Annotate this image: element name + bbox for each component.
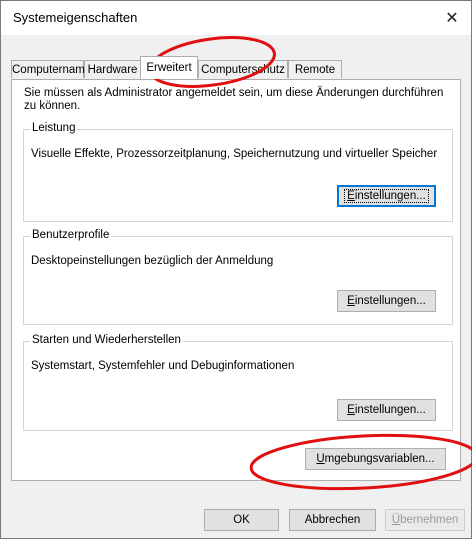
title-bar: Systemeigenschaften ✕	[1, 1, 471, 35]
environment-variables-label: Umgebungsvariablen...	[316, 453, 435, 465]
user-profiles-settings-button[interactable]: Einstellungen...	[337, 290, 436, 312]
performance-description: Visuelle Effekte, Prozessorzeitplanung, …	[31, 148, 438, 160]
tab-computername[interactable]: Computername	[11, 60, 91, 78]
performance-group: Leistung Visuelle Effekte, Prozessorzeit…	[23, 122, 453, 222]
apply-button[interactable]: Übernehmen	[385, 509, 465, 531]
apply-label: Übernehmen	[391, 514, 459, 526]
ok-button[interactable]: OK	[204, 509, 279, 531]
performance-settings-label: Einstellungen...	[344, 189, 429, 203]
startup-recovery-group: Starten und Wiederherstellen Systemstart…	[23, 334, 453, 431]
startup-recovery-group-title: Starten und Wiederherstellen	[30, 334, 183, 346]
startup-recovery-settings-label: Einstellungen...	[347, 404, 426, 416]
startup-recovery-settings-button[interactable]: Einstellungen...	[337, 399, 436, 421]
tab-computerschutz[interactable]: Computerschutz	[198, 60, 288, 78]
window-title: Systemeigenschaften	[13, 10, 138, 25]
system-properties-dialog: Systemeigenschaften ✕ Computername Hardw…	[0, 0, 472, 539]
environment-variables-button[interactable]: Umgebungsvariablen...	[305, 448, 446, 470]
startup-recovery-description: Systemstart, Systemfehler und Debuginfor…	[31, 360, 295, 372]
admin-notice: Sie müssen als Administrator angemeldet …	[24, 87, 444, 112]
user-profiles-group-title: Benutzerprofile	[30, 229, 112, 241]
user-profiles-description: Desktopeinstellungen bezüglich der Anmel…	[31, 255, 274, 267]
advanced-tab-page: Sie müssen als Administrator angemeldet …	[11, 79, 461, 481]
user-profiles-group: Benutzerprofile Desktopeinstellungen bez…	[23, 229, 453, 325]
tab-remote[interactable]: Remote	[288, 60, 342, 78]
user-profiles-settings-label: Einstellungen...	[347, 295, 426, 307]
tab-erweitert[interactable]: Erweitert	[140, 56, 198, 79]
close-icon[interactable]: ✕	[439, 5, 465, 31]
performance-settings-button[interactable]: Einstellungen...	[337, 185, 436, 207]
performance-group-title: Leistung	[30, 122, 78, 134]
tab-hardware[interactable]: Hardware	[84, 60, 141, 78]
cancel-button[interactable]: Abbrechen	[289, 509, 376, 531]
